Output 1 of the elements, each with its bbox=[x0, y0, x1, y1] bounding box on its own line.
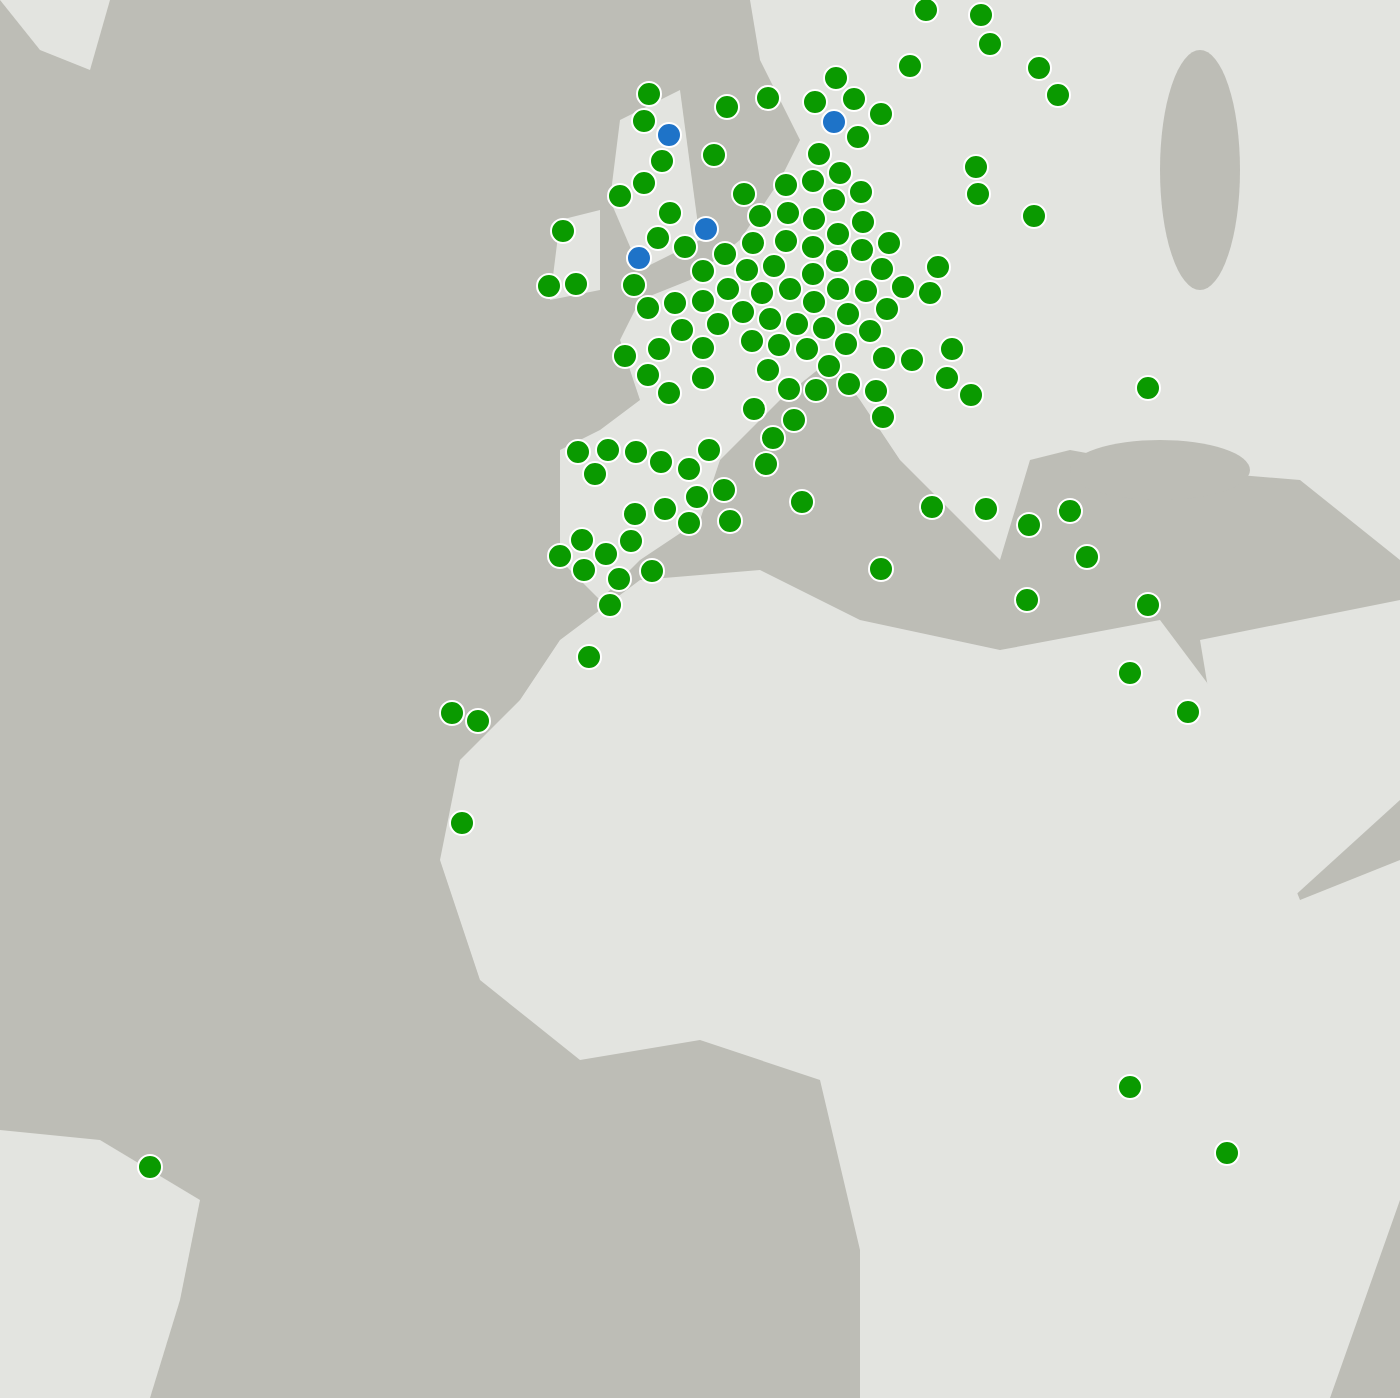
map-pin[interactable] bbox=[833, 331, 860, 358]
